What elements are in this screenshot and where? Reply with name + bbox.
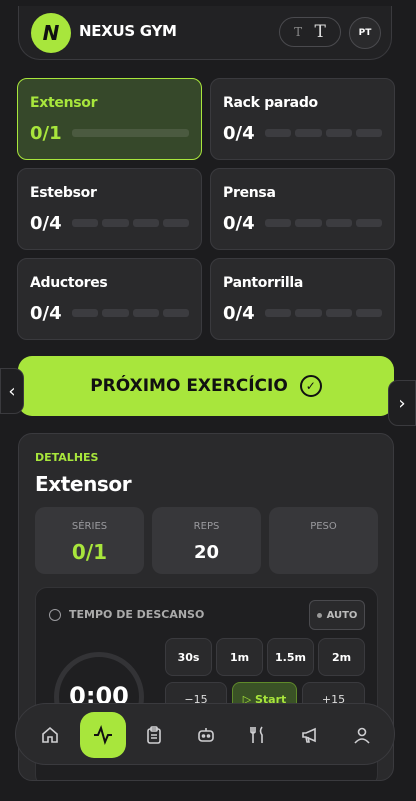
rest-title: TEMPO DE DESCANSO <box>69 608 205 621</box>
stat-key: PESO <box>310 521 337 532</box>
exercise-card-pantorrilla[interactable]: Pantorrilla 0/4 <box>210 258 395 340</box>
progress-bar <box>72 219 189 227</box>
next-exercise-label: PRÓXIMO EXERCÍCIO <box>90 376 288 396</box>
exercise-count: 0/4 <box>30 303 62 324</box>
logo: N <box>31 13 71 53</box>
stat-key: SÉRIES <box>71 521 108 532</box>
robot-icon[interactable] <box>185 714 227 756</box>
timer-icon <box>49 609 61 621</box>
activity-icon[interactable] <box>80 712 126 758</box>
exercise-name: Extensor <box>30 95 98 111</box>
exercise-card-aductores[interactable]: Aductores 0/4 <box>17 258 202 340</box>
stat-value: 20 <box>193 542 220 563</box>
stat-weight: PESO <box>269 507 378 574</box>
check-circle-icon: ✓ <box>299 375 322 397</box>
utensils-icon[interactable] <box>237 714 279 756</box>
auto-toggle[interactable]: AUTO <box>309 600 365 630</box>
user-icon[interactable] <box>341 714 383 756</box>
font-large-option[interactable]: T <box>314 22 325 42</box>
font-size-switch[interactable]: T T <box>279 17 341 47</box>
exercise-count: 0/4 <box>223 213 255 234</box>
stat-series: SÉRIES 0/1 <box>35 507 144 574</box>
exercise-card-rack-parado[interactable]: Rack parado 0/4 <box>210 78 395 160</box>
details-label: DETALHES <box>35 451 99 464</box>
chevron-right-icon[interactable]: › <box>388 380 416 426</box>
stat-reps: REPS 20 <box>152 507 261 574</box>
exercise-card-prensa[interactable]: Prensa 0/4 <box>210 168 395 250</box>
details-title: Extensor <box>35 472 132 496</box>
language-button[interactable]: PT <box>349 17 381 49</box>
exercise-count: 0/4 <box>223 123 255 144</box>
preset-2m[interactable]: 2m <box>318 638 365 676</box>
exercise-count: 0/1 <box>30 123 62 144</box>
exercise-name: Estebsor <box>30 185 97 201</box>
clipboard-icon[interactable] <box>133 714 175 756</box>
exercise-card-estebsor[interactable]: Estebsor 0/4 <box>17 168 202 250</box>
home-icon[interactable] <box>29 714 71 756</box>
progress-bar <box>72 129 189 137</box>
progress-bar <box>265 309 382 317</box>
progress-bar <box>72 309 189 317</box>
exercise-card-extensor[interactable]: Extensor 0/1 <box>17 78 202 160</box>
font-small-option[interactable]: T <box>294 25 302 39</box>
chevron-left-icon[interactable]: ‹ <box>0 368 24 414</box>
bottom-nav <box>15 703 395 765</box>
next-exercise-button[interactable]: PRÓXIMO EXERCÍCIO ✓ <box>18 356 394 416</box>
exercise-count: 0/4 <box>223 303 255 324</box>
stat-value: 0/1 <box>71 540 108 564</box>
megaphone-icon[interactable] <box>289 714 331 756</box>
exercise-count: 0/4 <box>30 213 62 234</box>
exercise-name: Rack parado <box>223 95 318 111</box>
app-header: N NEXUS GYM T T PT <box>18 6 392 60</box>
preset-1-5m[interactable]: 1.5m <box>267 638 314 676</box>
exercise-name: Pantorrilla <box>223 275 303 291</box>
stat-key: REPS <box>193 521 220 532</box>
auto-label: AUTO <box>326 609 358 621</box>
progress-bar <box>265 129 382 137</box>
preset-30s[interactable]: 30s <box>165 638 212 676</box>
preset-1m[interactable]: 1m <box>216 638 263 676</box>
exercise-name: Prensa <box>223 185 276 201</box>
brand-name: NEXUS GYM <box>79 22 177 40</box>
exercise-name: Aductores <box>30 275 108 291</box>
progress-bar <box>265 219 382 227</box>
